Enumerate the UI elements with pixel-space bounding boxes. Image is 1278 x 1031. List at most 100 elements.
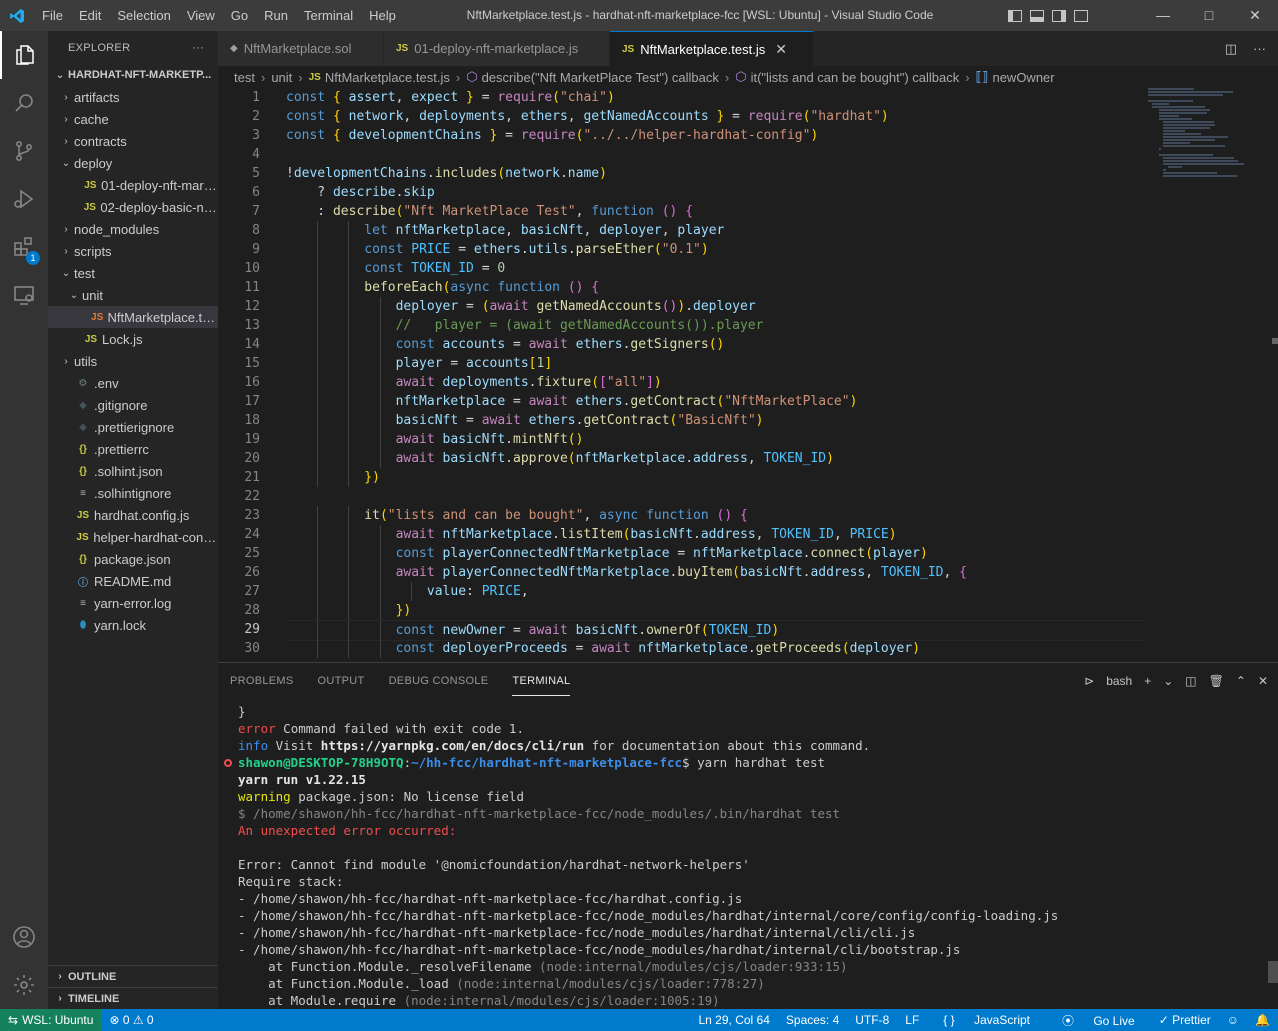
go-live-button[interactable]: ⦿ Go Live (1046, 1012, 1151, 1029)
accounts-icon[interactable] (0, 913, 48, 961)
code-line: 24 await nftMarketplace.listItem(basicNf… (218, 525, 1278, 544)
folder-item[interactable]: › cache (48, 108, 218, 130)
file-item[interactable]: ≡ yarn-error.log (48, 592, 218, 614)
minimap-line (1163, 136, 1229, 138)
breadcrumb-file[interactable]: NftMarketplace.test.js (325, 70, 450, 85)
file-item[interactable]: ⓘ README.md (48, 570, 218, 592)
menu-help[interactable]: Help (361, 0, 404, 31)
end-of-line[interactable]: LF (897, 1013, 927, 1027)
file-item[interactable]: ◆ .prettierignore (48, 416, 218, 438)
file-item[interactable]: JS 01-deploy-nft-mark... (48, 174, 218, 196)
code-text: await nftMarketplace.listItem(basicNft.a… (395, 527, 897, 542)
manage-gear-icon[interactable] (0, 961, 48, 1009)
editor-scrollbar[interactable] (1272, 338, 1278, 344)
tab-problems[interactable]: PROBLEMS (230, 667, 294, 695)
trash-icon[interactable]: 🗑 (1209, 674, 1224, 688)
folder-item[interactable]: › contracts (48, 130, 218, 152)
file-item[interactable]: JS helper-hardhat-confi... (48, 526, 218, 548)
tab-debug-console[interactable]: DEBUG CONSOLE (389, 667, 489, 695)
line-number: 19 (244, 432, 260, 447)
file-item[interactable]: ⬮ yarn.lock (48, 614, 218, 636)
code-editor[interactable]: 1 const { assert, expect } = require("cha… (218, 88, 1278, 662)
menu-go[interactable]: Go (223, 0, 256, 31)
close-panel-icon[interactable]: ✕ (1258, 674, 1268, 688)
extensions-icon[interactable]: 1 (0, 223, 48, 271)
tree-item-label: .solhint.json (94, 463, 163, 479)
chevron-down-icon[interactable]: ⌄ (1163, 674, 1173, 688)
feedback-icon[interactable]: ☺ (1219, 1013, 1247, 1027)
split-terminal-icon[interactable]: ◫ (1185, 674, 1196, 688)
indentation[interactable]: Spaces: 4 (778, 1013, 847, 1027)
tab-nftmarketplace-sol[interactable]: ◆ NftMarketplace.sol (218, 31, 384, 66)
more-actions-icon[interactable]: ··· (1253, 41, 1266, 56)
toggle-sidebar-icon[interactable] (1008, 9, 1022, 22)
breadcrumb-newowner[interactable]: newOwner (992, 70, 1054, 85)
menu-edit[interactable]: Edit (71, 0, 109, 31)
line-number: 22 (244, 489, 260, 504)
folder-item[interactable]: › utils (48, 350, 218, 372)
customize-layout-icon[interactable] (1074, 9, 1088, 22)
menu-selection[interactable]: Selection (109, 0, 178, 31)
terminal-shell-name[interactable]: bash (1106, 674, 1132, 688)
file-item[interactable]: JS NftMarketplace.tes... (48, 306, 218, 328)
folder-item[interactable]: › node_modules (48, 218, 218, 240)
explorer-icon[interactable] (0, 31, 48, 79)
file-item[interactable]: ◆ .gitignore (48, 394, 218, 416)
folder-item[interactable]: ⌄ test (48, 262, 218, 284)
menu-terminal[interactable]: Terminal (296, 0, 361, 31)
folder-item[interactable]: › artifacts (48, 86, 218, 108)
split-editor-icon[interactable]: ◫ (1225, 41, 1237, 57)
folder-item[interactable]: ⌄ unit (48, 284, 218, 306)
file-item[interactable]: {} .prettierrc (48, 438, 218, 460)
close-window-icon[interactable]: ✕ (1232, 0, 1278, 31)
search-icon[interactable] (0, 79, 48, 127)
tab-nftmarketplace-test[interactable]: JS NftMarketplace.test.js ✕ (610, 31, 814, 66)
notifications-bell-icon[interactable]: 🔔 (1247, 1013, 1278, 1027)
toggle-panel-icon[interactable] (1030, 9, 1044, 22)
folder-item[interactable]: › scripts (48, 240, 218, 262)
tab-01-deploy[interactable]: JS 01-deploy-nft-marketplace.js (384, 31, 610, 66)
timeline-section[interactable]: › TIMELINE (48, 987, 218, 1009)
outline-section[interactable]: › OUTLINE (48, 965, 218, 987)
terminal-link[interactable]: https://yarnpkg.com/en/docs/cli/run (321, 738, 584, 753)
minimize-icon[interactable]: — (1140, 0, 1186, 31)
file-item[interactable]: JS Lock.js (48, 328, 218, 350)
file-item[interactable]: {} package.json (48, 548, 218, 570)
prettier-status[interactable]: ✓ Prettier (1151, 1013, 1219, 1027)
maximize-panel-icon[interactable]: ⌃ (1236, 674, 1246, 688)
tab-output[interactable]: OUTPUT (318, 667, 365, 695)
tab-terminal[interactable]: TERMINAL (512, 667, 571, 696)
maximize-icon[interactable]: □ (1186, 0, 1232, 31)
new-terminal-icon[interactable]: + (1144, 674, 1151, 688)
minimap[interactable] (1148, 88, 1268, 178)
command-failed-decoration-icon[interactable] (224, 759, 232, 767)
close-tab-icon[interactable]: ✕ (775, 41, 787, 58)
remote-explorer-icon[interactable] (0, 271, 48, 319)
run-debug-icon[interactable] (0, 175, 48, 223)
more-actions-icon[interactable]: ··· (192, 42, 204, 54)
symbol-variable-icon: ⟦⟧ (975, 69, 989, 84)
toggle-secondary-sidebar-icon[interactable] (1052, 9, 1066, 22)
menu-run[interactable]: Run (256, 0, 296, 31)
problems-indicator[interactable]: ⊗ 0 ⚠ 0 (101, 1013, 161, 1027)
file-item[interactable]: ≡ .solhintignore (48, 482, 218, 504)
breadcrumb-describe[interactable]: describe("Nft MarketPlace Test") callbac… (482, 70, 719, 85)
file-item[interactable]: JS hardhat.config.js (48, 504, 218, 526)
cursor-position[interactable]: Ln 29, Col 64 (691, 1013, 778, 1027)
breadcrumb-it[interactable]: it("lists and can be bought") callback (751, 70, 960, 85)
workspace-root[interactable]: ⌄ HARDHAT-NFT-MARKETP... (48, 64, 218, 86)
menu-file[interactable]: File (34, 0, 71, 31)
menu-view[interactable]: View (179, 0, 223, 31)
encoding[interactable]: UTF-8 (847, 1013, 897, 1027)
source-control-icon[interactable] (0, 127, 48, 175)
breadcrumb-test[interactable]: test (234, 70, 255, 85)
file-item[interactable]: {} .solhint.json (48, 460, 218, 482)
remote-indicator[interactable]: ⇆ WSL: Ubuntu (0, 1009, 102, 1031)
explorer-header: EXPLORER ··· (48, 31, 218, 64)
file-item[interactable]: JS 02-deploy-basic-nft.js (48, 196, 218, 218)
breadcrumb-unit[interactable]: unit (271, 70, 292, 85)
file-item[interactable]: ⚙ .env (48, 372, 218, 394)
language-mode[interactable]: { } JavaScript (927, 1013, 1046, 1027)
folder-item[interactable]: ⌄ deploy (48, 152, 218, 174)
terminal-scrollbar[interactable] (1268, 961, 1278, 983)
